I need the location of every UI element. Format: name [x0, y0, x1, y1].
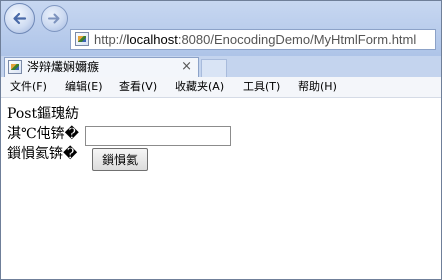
url-path: :8080/EnocodingDemo/MyHtmlForm.html: [177, 32, 417, 47]
field-row: 淇℃伅锛�: [7, 125, 437, 146]
forward-button[interactable]: [41, 5, 68, 32]
url-scheme: http://: [94, 32, 127, 47]
new-tab-button[interactable]: [201, 59, 227, 77]
menu-view[interactable]: 查看(V): [119, 77, 157, 97]
browser-toolbar: http://localhost:8080/EnocodingDemo/MyHt…: [1, 1, 441, 56]
menu-help[interactable]: 帮助(H): [298, 77, 337, 97]
menu-bar: 文件(F) 编辑(E) 查看(V) 收藏夹(A) 工具(T) 帮助(H): [1, 77, 441, 98]
close-icon[interactable]: ×: [181, 58, 192, 76]
page-content: Post鏂瑰紡 淇℃伅锛� 鎻愪氦锛� 鎻愪氦: [7, 105, 437, 171]
tab-title: 涔辩爜娴嬭瘯: [27, 60, 100, 74]
back-arrow-icon: [13, 12, 27, 25]
page-icon: [75, 32, 89, 46]
tab-strip: 涔辩爜娴嬭瘯 ×: [1, 56, 441, 77]
address-url: http://localhost:8080/EnocodingDemo/MyHt…: [94, 30, 416, 49]
tab-page-icon: [8, 60, 22, 74]
menu-file[interactable]: 文件(F): [10, 77, 47, 97]
address-bar[interactable]: http://localhost:8080/EnocodingDemo/MyHt…: [70, 29, 436, 50]
submit-row: 鎻愪氦锛� 鎻愪氦: [7, 145, 437, 171]
browser-window: http://localhost:8080/EnocodingDemo/MyHt…: [0, 0, 442, 280]
tab-current[interactable]: 涔辩爜娴嬭瘯 ×: [4, 57, 199, 77]
back-button[interactable]: [4, 3, 35, 34]
url-host: localhost: [126, 32, 178, 47]
submit-button[interactable]: 鎻愪氦: [92, 148, 149, 171]
forward-arrow-icon: [48, 13, 60, 24]
menu-favorites[interactable]: 收藏夹(A): [175, 77, 224, 97]
menu-tools[interactable]: 工具(T): [243, 77, 280, 97]
menu-edit[interactable]: 编辑(E): [65, 77, 103, 97]
form-heading-row: Post鏂瑰紡: [7, 105, 437, 125]
field-label: 淇℃伅锛�: [7, 126, 80, 142]
form-heading: Post鏂瑰紡: [7, 106, 80, 122]
message-input[interactable]: [85, 126, 231, 146]
submit-label: 鎻愪氦锛�: [7, 146, 78, 162]
